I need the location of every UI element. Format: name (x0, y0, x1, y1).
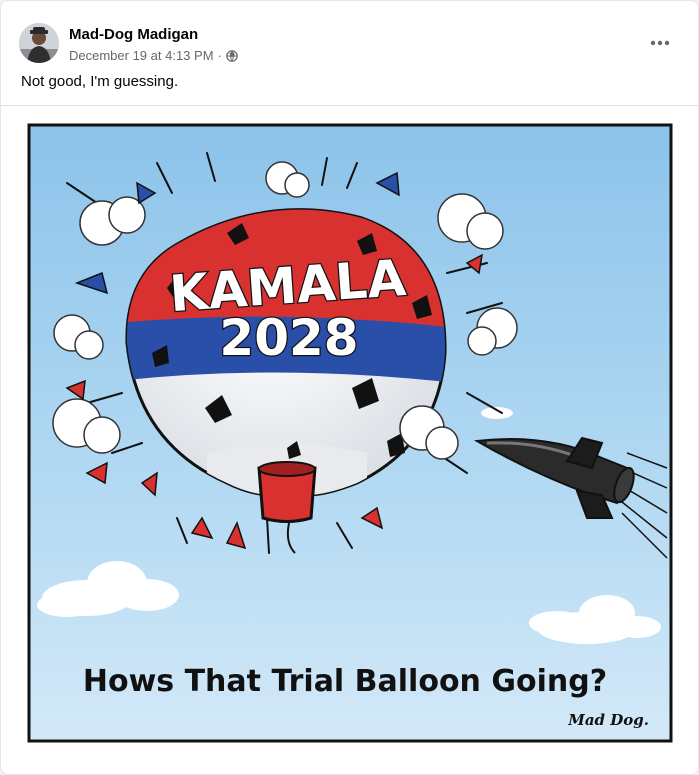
post-meta: December 19 at 4:13 PM · (69, 48, 238, 63)
post-image[interactable]: KAMALA 2028 Hows That Trial Balloon Goin (27, 123, 673, 743)
author-name[interactable]: Mad-Dog Madigan (69, 26, 198, 43)
balloon-year: 2028 (219, 309, 358, 367)
timestamp-link[interactable]: December 19 at 4:13 PM (69, 48, 214, 63)
cartoon-illustration: KAMALA 2028 Hows That Trial Balloon Goin (27, 123, 673, 743)
avatar[interactable] (19, 23, 59, 63)
cloud-small (481, 407, 513, 419)
divider (1, 105, 698, 106)
more-options-button[interactable] (642, 25, 678, 61)
post-card: Mad-Dog Madigan December 19 at 4:13 PM · (0, 0, 699, 775)
post-caption: Not good, I'm guessing. (21, 73, 179, 90)
cartoon-caption: Hows That Trial Balloon Going? (83, 664, 607, 699)
artist-signature: Mad Dog. (567, 711, 649, 729)
globe-icon[interactable] (226, 49, 238, 62)
post-header: Mad-Dog Madigan December 19 at 4:13 PM · (19, 21, 682, 69)
meta-separator: · (217, 48, 222, 63)
more-options-icon (650, 40, 670, 46)
